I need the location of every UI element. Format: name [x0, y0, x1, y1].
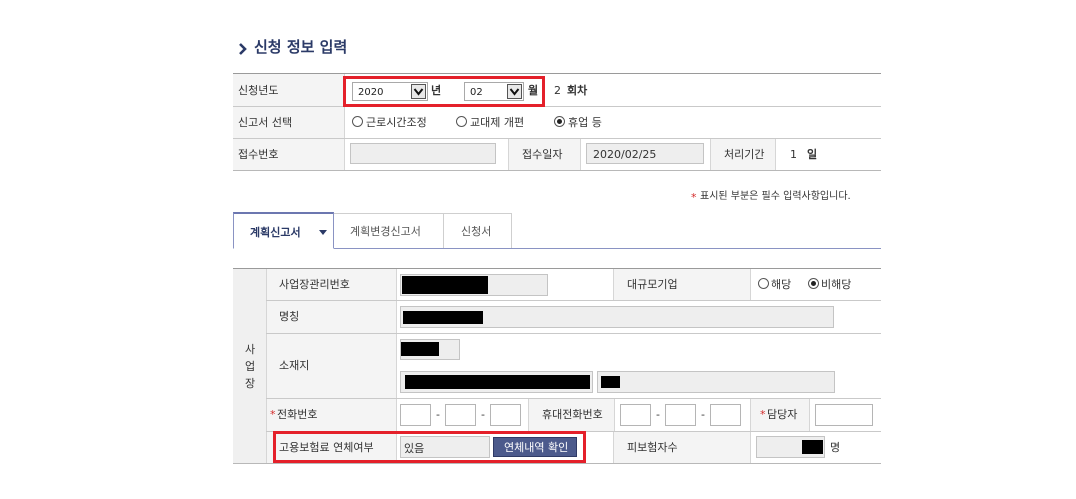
redacted-block — [802, 440, 823, 454]
large-company-radio-yes[interactable] — [758, 278, 769, 289]
redacted-block — [402, 276, 488, 294]
tab-plan-change-report[interactable]: 계획변경신고서 — [334, 213, 444, 248]
highlight-arrears — [273, 431, 586, 463]
workplace-group-char-1: 사 — [245, 343, 256, 356]
period-value: 1 — [790, 148, 797, 161]
highlight-year-month — [343, 76, 545, 107]
report-radio-shift[interactable] — [456, 116, 467, 127]
page-title: 신청 정보 입력 — [254, 38, 348, 56]
chevron-right-icon — [239, 43, 247, 55]
mobile-field-3[interactable] — [710, 404, 741, 426]
required-notice: 표시된 부분은 필수 입력사항입니다. — [700, 191, 851, 202]
report-option-shift: 교대제 개편 — [470, 116, 525, 129]
tab-plan-report[interactable]: 계획신고서 — [233, 212, 334, 249]
insured-count-label: 피보험자수 — [627, 441, 678, 454]
caret-down-icon — [319, 230, 327, 235]
mobile-field-2[interactable] — [665, 404, 696, 426]
phone-field-2[interactable] — [445, 404, 476, 426]
mobile-dash-2: - — [701, 408, 705, 421]
mobile-dash-1: - — [656, 408, 660, 421]
mgmt-no-label: 사업장관리번호 — [279, 278, 350, 291]
mobile-field-1[interactable] — [620, 404, 651, 426]
mobile-label: 휴대전화번호 — [542, 408, 603, 421]
round-value: 2 — [554, 84, 561, 97]
year-label: 신청년도 — [238, 84, 279, 97]
phone-field-3[interactable] — [490, 404, 521, 426]
address-label: 소재지 — [279, 359, 310, 372]
name-label: 명칭 — [279, 310, 300, 323]
phone-label: 전화번호 — [277, 408, 318, 421]
round-unit: 회차 — [567, 84, 588, 97]
period-unit: 일 — [807, 148, 818, 161]
large-company-radio-no[interactable] — [808, 278, 819, 289]
report-radio-leave[interactable] — [554, 116, 565, 127]
large-company-option-no: 비해당 — [821, 278, 852, 291]
report-type-label: 신고서 선택 — [238, 116, 293, 129]
report-radio-worktime[interactable] — [352, 116, 363, 127]
phone-dash-1: - — [436, 408, 440, 421]
redacted-block — [403, 311, 483, 324]
receipt-no-label: 접수번호 — [238, 148, 279, 161]
required-star: * — [270, 408, 276, 421]
redacted-block — [601, 376, 620, 388]
redacted-block — [401, 342, 439, 356]
phone-field-1[interactable] — [400, 404, 431, 426]
manager-label: 담당자 — [767, 408, 798, 421]
required-star: * — [760, 408, 766, 421]
large-company-label: 대규모기업 — [627, 278, 678, 291]
manager-field[interactable] — [815, 404, 873, 426]
insured-count-unit: 명 — [830, 441, 841, 454]
redacted-block — [405, 375, 590, 389]
report-option-leave: 휴업 등 — [568, 116, 602, 129]
tab-application[interactable]: 신청서 — [444, 213, 512, 248]
receipt-no-field[interactable] — [350, 143, 496, 164]
phone-dash-2: - — [481, 408, 485, 421]
large-company-option-yes: 해당 — [771, 278, 792, 291]
address-detail-field[interactable] — [597, 371, 835, 393]
report-option-worktime: 근로시간조정 — [366, 116, 427, 129]
workplace-group-char-3: 장 — [245, 377, 256, 390]
required-star: * — [691, 191, 697, 204]
period-label: 처리기간 — [724, 148, 765, 161]
workplace-group-char-2: 업 — [245, 360, 256, 373]
receipt-date-field[interactable]: 2020/02/25 — [586, 143, 704, 164]
receipt-date-label: 접수일자 — [522, 148, 563, 161]
